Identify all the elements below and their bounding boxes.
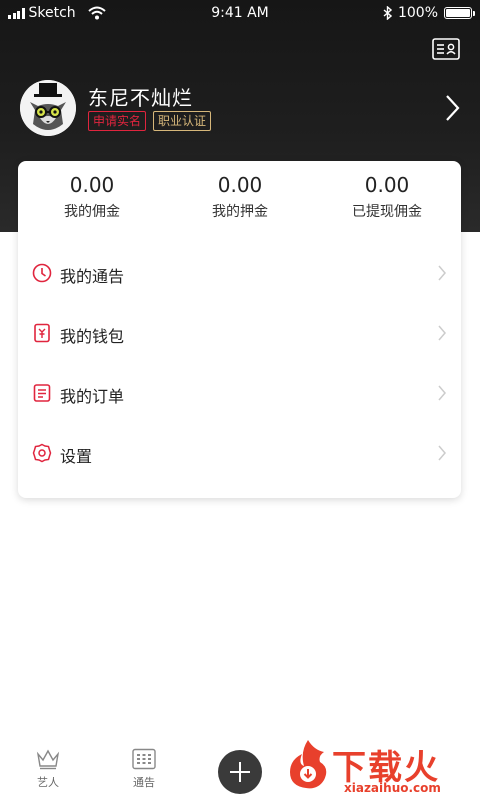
menu-item-announcements[interactable]: 我的通告 bbox=[18, 243, 461, 303]
menu-item-settings[interactable]: 设置 bbox=[18, 423, 461, 483]
stat-commission[interactable]: 0.00 我的佣金 bbox=[18, 173, 166, 221]
stat-label: 我的押金 bbox=[212, 204, 268, 220]
crown-icon bbox=[36, 749, 60, 770]
menu-label: 我的订单 bbox=[60, 387, 125, 406]
professional-cert-tag[interactable]: 职业认证 bbox=[153, 111, 212, 131]
wallet-icon bbox=[34, 323, 50, 343]
menu-item-orders[interactable]: 我的订单 bbox=[18, 363, 461, 423]
id-card-icon[interactable] bbox=[432, 38, 460, 60]
calendar-grid-icon bbox=[132, 748, 156, 770]
menu-label: 我的通告 bbox=[60, 267, 125, 286]
watermark-logo bbox=[290, 740, 327, 789]
tab-label: 通告 bbox=[133, 776, 155, 789]
stat-deposit[interactable]: 0.00 我的押金 bbox=[166, 173, 314, 221]
tab-label: 艺人 bbox=[37, 776, 59, 789]
chevron-right-icon bbox=[438, 445, 446, 461]
profile-tags: 申请实名 职业认证 bbox=[88, 111, 212, 131]
stat-value: 0.00 bbox=[217, 173, 263, 197]
stat-value: 0.00 bbox=[69, 173, 115, 197]
menu-item-wallet[interactable]: 我的钱包 bbox=[18, 303, 461, 363]
gear-icon bbox=[32, 443, 52, 463]
stats-row: 0.00 我的佣金 0.00 我的押金 0.00 已提现佣金 bbox=[18, 173, 461, 227]
battery-fill bbox=[446, 9, 470, 17]
add-button[interactable] bbox=[218, 750, 262, 794]
order-list-icon bbox=[33, 384, 51, 402]
username: 东尼不灿烂 bbox=[88, 86, 193, 110]
status-bar: Sketch 9:41 AM 100% bbox=[0, 0, 480, 26]
cat-avatar-image bbox=[20, 80, 76, 136]
chevron-right-icon bbox=[438, 385, 446, 401]
chevron-right-icon bbox=[438, 325, 446, 341]
battery-icon bbox=[444, 7, 475, 19]
menu-label: 我的钱包 bbox=[60, 327, 125, 346]
account-card: 0.00 我的佣金 0.00 我的押金 0.00 已提现佣金 我的通告 我的钱包… bbox=[18, 161, 461, 498]
chevron-right-icon[interactable] bbox=[444, 94, 460, 122]
apply-real-name-tag[interactable]: 申请实名 bbox=[88, 111, 147, 131]
stat-value: 0.00 bbox=[364, 173, 410, 197]
avatar[interactable] bbox=[20, 80, 76, 136]
stat-label: 已提现佣金 bbox=[352, 204, 422, 220]
tab-announcements[interactable]: 通告 bbox=[114, 748, 174, 790]
watermark-url: xiazaihuo.com bbox=[344, 781, 441, 795]
bluetooth-icon bbox=[383, 6, 392, 20]
chevron-right-icon bbox=[438, 265, 446, 281]
menu-list: 我的通告 我的钱包 我的订单 设置 bbox=[18, 243, 461, 483]
menu-label: 设置 bbox=[60, 447, 93, 466]
clock-icon bbox=[32, 263, 52, 283]
battery-percent: 100% bbox=[397, 5, 438, 21]
stat-label: 我的佣金 bbox=[64, 204, 120, 220]
tab-artists[interactable]: 艺人 bbox=[18, 748, 78, 790]
status-right: 100% bbox=[383, 5, 475, 21]
stat-withdrawn[interactable]: 0.00 已提现佣金 bbox=[313, 173, 461, 221]
